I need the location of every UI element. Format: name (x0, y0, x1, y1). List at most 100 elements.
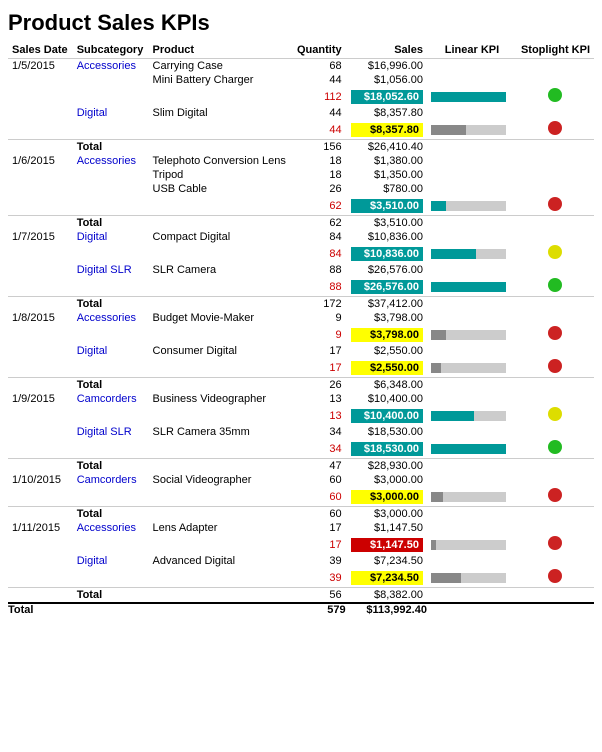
cell-qty: 60 (292, 507, 345, 522)
cell-subcat: Camcorders (73, 392, 149, 406)
cell-subcat: Digital (73, 230, 149, 244)
table-row: 39$7,234.50 (8, 568, 594, 588)
cell-product: Carrying Case (149, 59, 293, 74)
table-row: 17$1,147.50 (8, 535, 594, 554)
cell-date: 1/9/2015 (8, 392, 73, 406)
cell-sales: $18,052.60 (346, 87, 427, 106)
cell-sales: $3,000.00 (346, 487, 427, 507)
cell-subcat: Accessories (73, 521, 149, 535)
cell-product (149, 568, 293, 588)
col-header-sales: Sales (346, 42, 427, 59)
cell-product (149, 358, 293, 378)
cell-qty: 47 (292, 459, 345, 474)
cell-stoplight-kpi (517, 459, 594, 474)
cell-product (149, 277, 293, 297)
cell-linear-kpi (427, 87, 517, 106)
cell-sales: $28,930.00 (346, 459, 427, 474)
cell-linear-kpi (427, 140, 517, 155)
cell-sales: $1,147.50 (346, 521, 427, 535)
cell-subcat: Total (73, 507, 149, 522)
cell-qty: 172 (292, 297, 345, 312)
cell-linear-kpi (427, 425, 517, 439)
cell-subcat (73, 568, 149, 588)
cell-date (8, 120, 73, 140)
table-row: Total26$6,348.00 (8, 378, 594, 393)
cell-product (149, 439, 293, 459)
table-row: Total62$3,510.00 (8, 216, 594, 231)
cell-stoplight-kpi (517, 297, 594, 312)
cell-date (8, 73, 73, 87)
cell-linear-kpi (427, 344, 517, 358)
cell-qty: 13 (292, 392, 345, 406)
cell-product (149, 535, 293, 554)
table-row: 88$26,576.00 (8, 277, 594, 297)
cell-qty: 156 (292, 140, 345, 155)
cell-qty: 9 (292, 325, 345, 344)
cell-stoplight-kpi (517, 325, 594, 344)
cell-stoplight-kpi (517, 588, 594, 604)
stoplight-dot (548, 536, 562, 550)
cell-product (149, 378, 293, 393)
cell-stoplight-kpi (517, 439, 594, 459)
cell-qty: 39 (292, 554, 345, 568)
cell-product (149, 87, 293, 106)
cell-qty: 44 (292, 106, 345, 120)
cell-subcat: Digital SLR (73, 263, 149, 277)
cell-qty: 62 (292, 196, 345, 216)
cell-stoplight-kpi (517, 535, 594, 554)
cell-sales: $18,530.00 (346, 439, 427, 459)
cell-sales: $26,576.00 (346, 277, 427, 297)
cell-linear-kpi (427, 182, 517, 196)
cell-product (149, 140, 293, 155)
cell-stoplight-kpi (517, 425, 594, 439)
cell-stoplight-kpi (517, 392, 594, 406)
cell-product: Social Videographer (149, 473, 293, 487)
cell-sales: $10,400.00 (346, 392, 427, 406)
cell-product: Advanced Digital (149, 554, 293, 568)
cell-product (149, 244, 293, 263)
cell-sales: $1,056.00 (346, 73, 427, 87)
table-row: 1/10/2015CamcordersSocial Videographer60… (8, 473, 594, 487)
cell-linear-kpi (427, 378, 517, 393)
cell-linear-kpi (427, 358, 517, 378)
cell-stoplight-kpi (517, 521, 594, 535)
cell-qty: 68 (292, 59, 345, 74)
cell-date (8, 507, 73, 522)
cell-subcat: Total (73, 378, 149, 393)
cell-subcat (73, 535, 149, 554)
cell-date: 1/5/2015 (8, 59, 73, 74)
cell-subcat: Digital (73, 344, 149, 358)
cell-qty: 44 (292, 73, 345, 87)
cell-sales: $7,234.50 (346, 568, 427, 588)
cell-subcat (73, 358, 149, 378)
cell-subcat (73, 120, 149, 140)
cell-sales: $3,798.00 (346, 325, 427, 344)
cell-linear-kpi (427, 439, 517, 459)
stoplight-dot (548, 359, 562, 373)
cell-product (149, 487, 293, 507)
cell-qty: 17 (292, 358, 345, 378)
cell-sales: $26,410.40 (346, 140, 427, 155)
cell-stoplight-kpi (517, 344, 594, 358)
table-row: DigitalAdvanced Digital39$7,234.50 (8, 554, 594, 568)
cell-stoplight-kpi (517, 378, 594, 393)
cell-qty: 18 (292, 168, 345, 182)
cell-sales: $8,382.00 (346, 588, 427, 604)
table-row: Digital SLRSLR Camera88$26,576.00 (8, 263, 594, 277)
cell-linear-kpi (427, 216, 517, 231)
cell-sales: $3,000.00 (346, 507, 427, 522)
cell-sales: $780.00 (346, 182, 427, 196)
cell-stoplight-kpi (517, 230, 594, 244)
col-header-qty: Quantity (292, 42, 345, 59)
stoplight-dot (548, 197, 562, 211)
cell-subcat: Accessories (73, 311, 149, 325)
cell-linear-kpi (427, 459, 517, 474)
cell-subcat: Accessories (73, 59, 149, 74)
cell-linear-kpi (427, 554, 517, 568)
cell-product (149, 406, 293, 425)
cell-qty: 84 (292, 230, 345, 244)
cell-stoplight-kpi (517, 406, 594, 425)
cell-date (8, 344, 73, 358)
cell-qty: 34 (292, 425, 345, 439)
table-row: 1/9/2015CamcordersBusiness Videographer1… (8, 392, 594, 406)
